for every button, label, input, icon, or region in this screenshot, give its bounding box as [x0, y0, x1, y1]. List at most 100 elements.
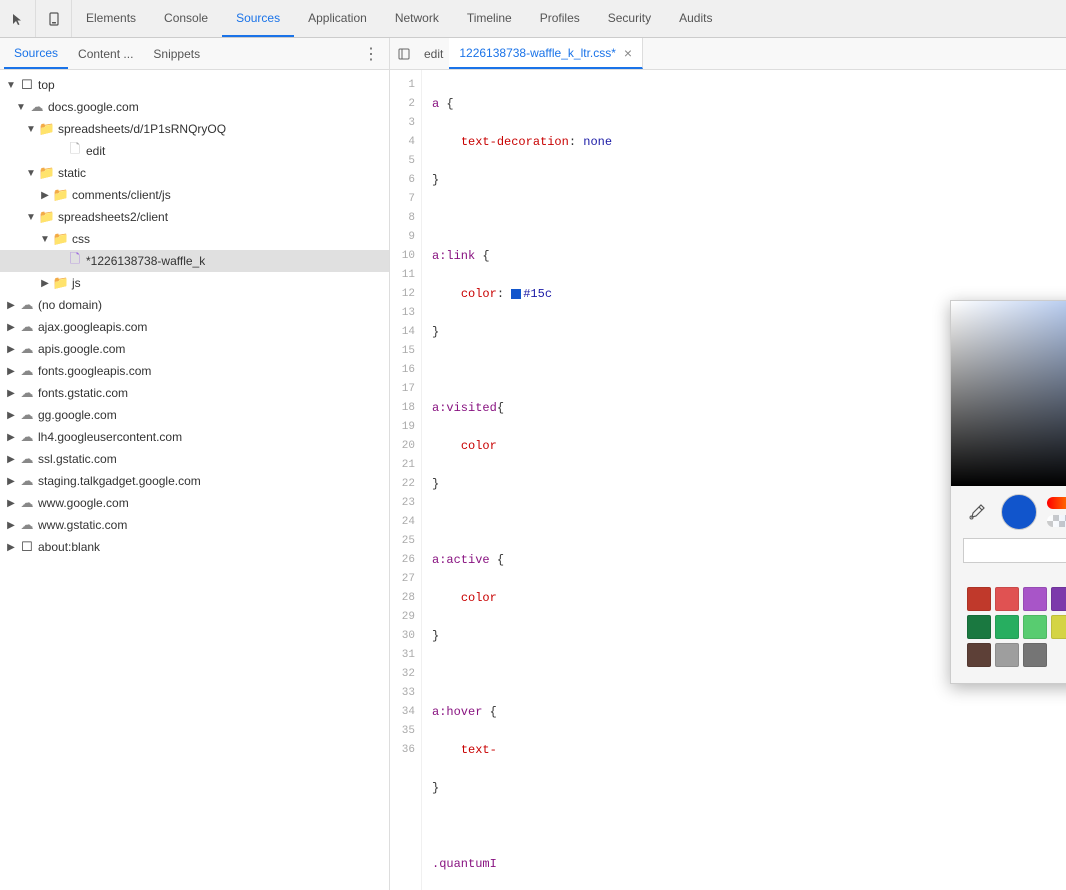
folder-icon: 📁	[38, 121, 56, 137]
tree-item-edit[interactable]: 🗋 edit	[0, 140, 389, 162]
tree-arrow-comments[interactable]: ▶	[38, 190, 52, 201]
tree-item-lh4[interactable]: ▶ ☁ lh4.googleusercontent.com	[0, 426, 389, 448]
tree-item-top[interactable]: ▼ ☐ top	[0, 74, 389, 96]
color-swatch-preview[interactable]	[1001, 494, 1037, 530]
left-panel: Sources Content ... Snippets ⋮ ▼ ☐ top ▼	[0, 38, 390, 890]
domain-icon-staging: ☁	[18, 473, 36, 489]
swatch-green-medium[interactable]	[995, 615, 1019, 639]
swatch-red-dark[interactable]	[967, 587, 991, 611]
tree-arrow-about[interactable]: ▶	[4, 542, 18, 553]
tree-item-spreadsheets2[interactable]: ▼ 📁 spreadsheets2/client	[0, 206, 389, 228]
tab-network[interactable]: Network	[381, 0, 453, 37]
tree-arrow-lh4[interactable]: ▶	[4, 432, 18, 443]
hex-label: HEX	[963, 567, 1066, 579]
folder-icon-css: 📁	[52, 231, 70, 247]
tree-item-ajax[interactable]: ▶ ☁ ajax.googleapis.com	[0, 316, 389, 338]
tab-timeline[interactable]: Timeline	[453, 0, 526, 37]
tree-arrow-staging[interactable]: ▶	[4, 476, 18, 487]
swatch-purple-light[interactable]	[1023, 587, 1047, 611]
domain-icon-no: ☁	[18, 297, 36, 313]
eyedropper-button[interactable]	[963, 498, 991, 526]
tree-arrow-fonts-googleapis[interactable]: ▶	[4, 366, 18, 377]
tree-arrow-spreadsheets[interactable]: ▼	[24, 124, 38, 135]
tree-item-staging[interactable]: ▶ ☁ staging.talkgadget.google.com	[0, 470, 389, 492]
hex-input-row: ▲ ▼	[963, 538, 1066, 563]
tree-item-fonts-googleapis[interactable]: ▶ ☁ fonts.googleapis.com	[0, 360, 389, 382]
domain-icon-ssl: ☁	[18, 451, 36, 467]
swatch-brown[interactable]	[967, 643, 991, 667]
tab-audits[interactable]: Audits	[665, 0, 726, 37]
tree-arrow-spreadsheets2[interactable]: ▼	[24, 212, 38, 223]
folder-icon-spreadsheets2: 📁	[38, 209, 56, 225]
tree-arrow-gg[interactable]: ▶	[4, 410, 18, 421]
tree-arrow-www-google[interactable]: ▶	[4, 498, 18, 509]
tree-arrow-css[interactable]: ▼	[38, 234, 52, 245]
swatch-green-light[interactable]	[1023, 615, 1047, 639]
color-gradient-picker[interactable]	[951, 301, 1066, 486]
swatch-gray-medium[interactable]	[995, 643, 1019, 667]
tree-item-comments[interactable]: ▶ 📁 comments/client/js	[0, 184, 389, 206]
tree-arrow-static[interactable]: ▼	[24, 168, 38, 179]
tab-profiles[interactable]: Profiles	[526, 0, 594, 37]
tab-console[interactable]: Console	[150, 0, 222, 37]
domain-icon: ☁	[28, 99, 46, 115]
hue-slider[interactable]	[1047, 497, 1066, 509]
tree-item-waffle-css[interactable]: 🗋 *1226138738-waffle_k	[0, 250, 389, 272]
more-tabs-button[interactable]: ⋮	[357, 44, 385, 64]
domain-icon-lh4: ☁	[18, 429, 36, 445]
tree-item-docs-google[interactable]: ▼ ☁ docs.google.com	[0, 96, 389, 118]
tree-arrow-no-domain[interactable]: ▶	[4, 300, 18, 311]
swatch-red[interactable]	[995, 587, 1019, 611]
tree-arrow-docs[interactable]: ▼	[14, 102, 28, 113]
opacity-slider[interactable]	[1047, 515, 1066, 527]
editor-tab-bar: edit 1226138738-waffle_k_ltr.css* ×	[390, 38, 1066, 70]
editor-file-tab-waffle[interactable]: 1226138738-waffle_k_ltr.css* ×	[449, 38, 643, 69]
tab-sources[interactable]: Sources	[222, 0, 294, 37]
tree-arrow-fonts-gstatic[interactable]: ▶	[4, 388, 18, 399]
color-picker-popup: ▲ ▼ HEX	[950, 300, 1066, 684]
swatches-row2	[967, 615, 1066, 639]
tree-arrow-top[interactable]: ▼	[4, 80, 18, 91]
tree-item-js[interactable]: ▶ 📁 js	[0, 272, 389, 294]
swatch-green-dark[interactable]	[967, 615, 991, 639]
tree-item-fonts-gstatic[interactable]: ▶ ☁ fonts.gstatic.com	[0, 382, 389, 404]
sub-tab-sources[interactable]: Sources	[4, 38, 68, 69]
tree-item-spreadsheets-d[interactable]: ▼ 📁 spreadsheets/d/1P1sRNQryOQ	[0, 118, 389, 140]
sub-tab-content[interactable]: Content ...	[68, 38, 143, 69]
tree-arrow-ajax[interactable]: ▶	[4, 322, 18, 333]
hue-opacity-sliders	[1047, 497, 1066, 527]
tree-item-static[interactable]: ▼ 📁 static	[0, 162, 389, 184]
tree-arrow-js[interactable]: ▶	[38, 278, 52, 289]
tree-item-about-blank[interactable]: ▶ ☐ about:blank	[0, 536, 389, 558]
tree-arrow-www-gstatic[interactable]: ▶	[4, 520, 18, 531]
color-swatches: ▲ ▼	[963, 587, 1066, 675]
tree-arrow-ssl[interactable]: ▶	[4, 454, 18, 465]
tree-item-ssl[interactable]: ▶ ☁ ssl.gstatic.com	[0, 448, 389, 470]
domain-icon-fonts-gstatic: ☁	[18, 385, 36, 401]
tab-elements[interactable]: Elements	[72, 0, 150, 37]
tree-item-www-gstatic[interactable]: ▶ ☁ www.gstatic.com	[0, 514, 389, 536]
sub-tab-snippets[interactable]: Snippets	[143, 38, 210, 69]
tab-security[interactable]: Security	[594, 0, 665, 37]
hex-color-input[interactable]	[963, 538, 1066, 563]
main-layout: Sources Content ... Snippets ⋮ ▼ ☐ top ▼	[0, 38, 1066, 890]
tree-item-css[interactable]: ▼ 📁 css	[0, 228, 389, 250]
frame-icon: ☐	[18, 77, 36, 93]
cursor-icon[interactable]	[0, 0, 36, 37]
domain-icon-www-google: ☁	[18, 495, 36, 511]
tree-item-gg[interactable]: ▶ ☁ gg.google.com	[0, 404, 389, 426]
swatch-yellow[interactable]	[1051, 615, 1066, 639]
collapse-panel-button[interactable]	[390, 40, 418, 68]
tree-item-apis[interactable]: ▶ ☁ apis.google.com	[0, 338, 389, 360]
color-picker-controls: ▲ ▼ HEX	[951, 486, 1066, 683]
tab-application[interactable]: Application	[294, 0, 381, 37]
tree-item-www-google[interactable]: ▶ ☁ www.google.com	[0, 492, 389, 514]
mobile-icon[interactable]	[36, 0, 72, 37]
sub-tab-bar: Sources Content ... Snippets ⋮	[0, 38, 389, 70]
swatch-purple-dark[interactable]	[1051, 587, 1066, 611]
line-numbers: 12345 678910 1112131415 1617181920 21222…	[390, 70, 422, 890]
tree-item-no-domain[interactable]: ▶ ☁ (no domain)	[0, 294, 389, 316]
tree-arrow-apis[interactable]: ▶	[4, 344, 18, 355]
swatch-gray-dark[interactable]	[1023, 643, 1047, 667]
tab-close-button[interactable]: ×	[624, 45, 632, 61]
